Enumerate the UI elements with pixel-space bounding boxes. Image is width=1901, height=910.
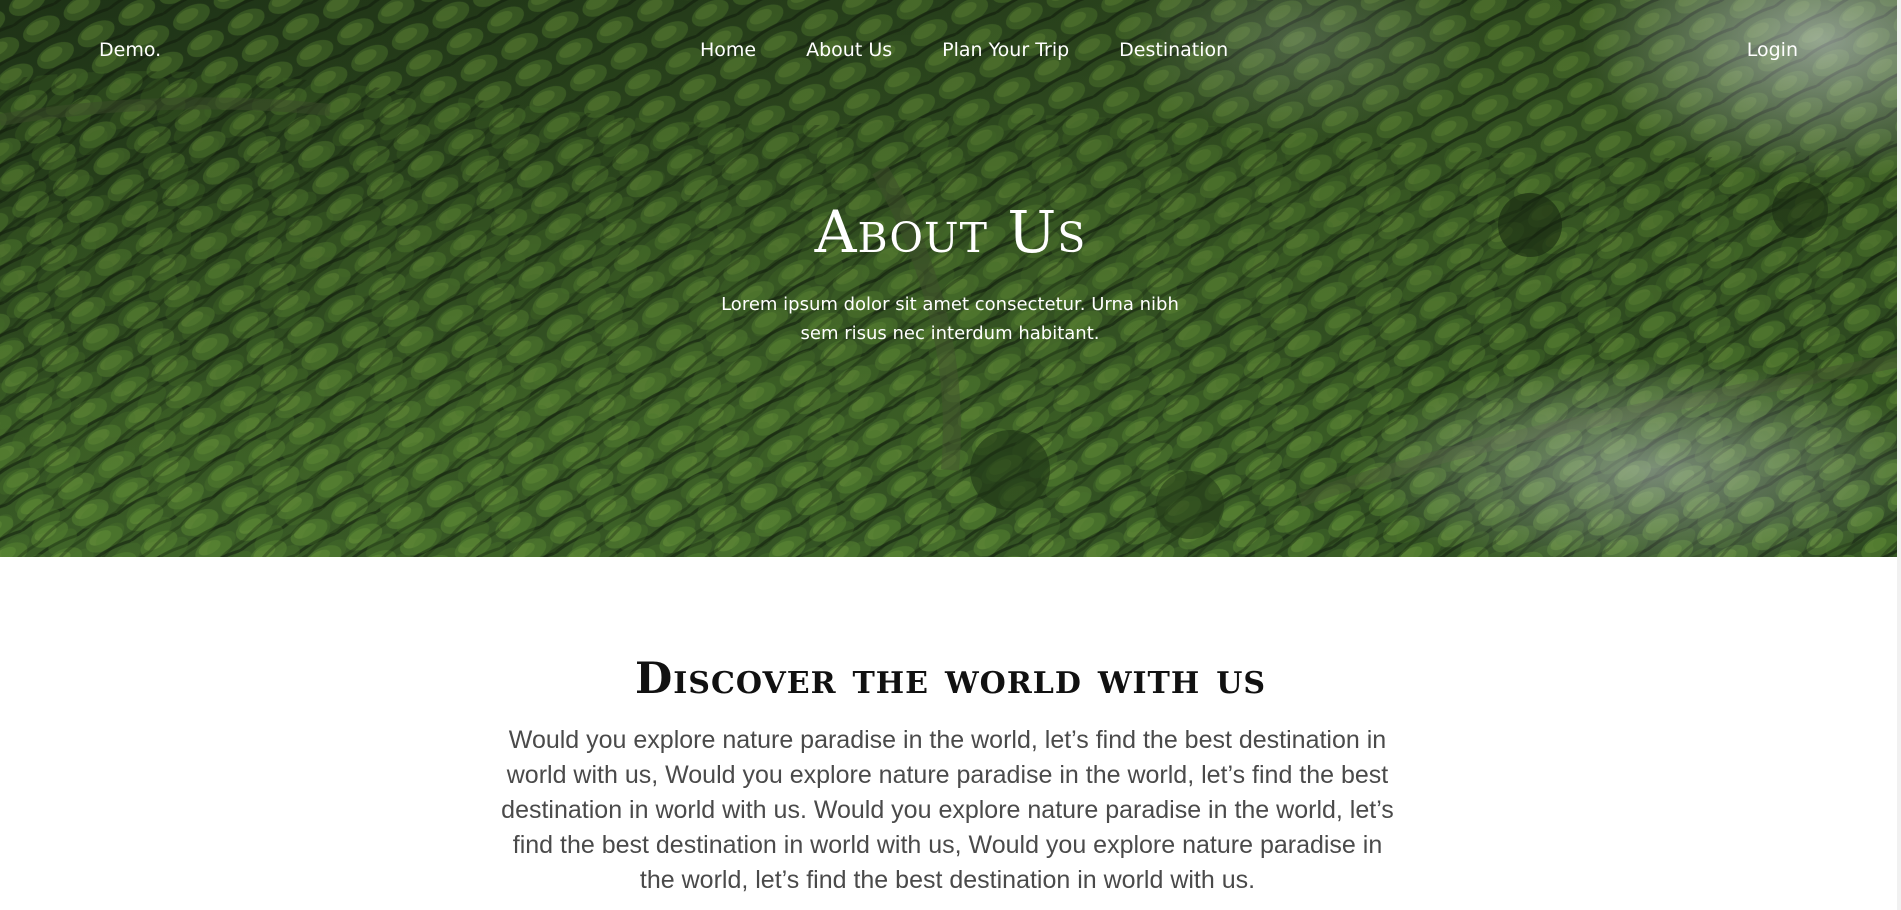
top-navigation: Demo. Home About Us Plan Your Trip Desti… [0,0,1901,102]
brand-logo[interactable]: Demo. [99,38,161,62]
login-button[interactable]: Login [1747,38,1798,62]
nav-link-destination[interactable]: Destination [1119,38,1228,62]
nav-link-home[interactable]: Home [700,38,756,62]
page-scrollbar[interactable] [1897,0,1901,910]
nav-links: Home About Us Plan Your Trip Destination [700,38,1228,62]
nav-link-plan-your-trip[interactable]: Plan Your Trip [942,38,1069,62]
nav-link-about-us[interactable]: About Us [806,38,892,62]
hero-subtitle: Lorem ipsum dolor sit amet consectetur. … [721,294,1179,344]
section-title: Discover the world with us [634,654,1267,704]
page-title: About Us [814,198,1087,266]
section-description: Would you explore nature paradise in the… [501,726,1394,894]
